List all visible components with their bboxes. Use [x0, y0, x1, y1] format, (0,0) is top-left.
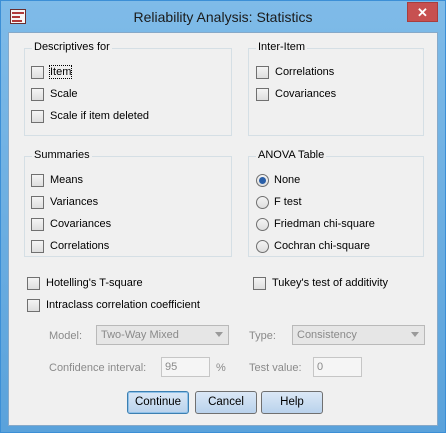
checkbox-box — [31, 65, 44, 79]
cancel-label: Cancel — [208, 396, 244, 408]
anova-none-label: None — [274, 174, 301, 186]
means-label: Means — [50, 174, 84, 186]
dialog-body: Descriptives for Item Scale Scale if ite… — [8, 32, 438, 426]
model-dropdown[interactable]: Two-Way Mixed — [96, 325, 229, 345]
summaries-group: Summaries Means Variances Covariances Co… — [24, 149, 232, 257]
anova-table-group: ANOVA Table None F test Friedman chi-squ… — [248, 149, 424, 257]
checkbox-box — [256, 87, 269, 101]
confidence-interval-input[interactable]: 95 — [161, 357, 210, 377]
test-value-input[interactable]: 0 — [313, 357, 362, 377]
anova-f-test-label: F test — [274, 196, 302, 208]
window-title: Reliability Analysis: Statistics — [133, 9, 313, 25]
radio-button-selected — [256, 173, 269, 187]
checkbox-box — [31, 173, 44, 187]
summaries-title: Summaries — [32, 149, 92, 161]
radio-button — [256, 195, 269, 209]
cancel-button[interactable]: Cancel — [195, 391, 257, 414]
model-value: Two-Way Mixed — [101, 329, 179, 341]
anova-friedman-label: Friedman chi-square — [274, 218, 375, 230]
summary-correlations-checkbox[interactable]: Correlations — [31, 238, 109, 254]
tukey-checkbox[interactable]: Tukey's test of additivity — [253, 275, 388, 291]
descriptives-group: Descriptives for Item Scale Scale if ite… — [24, 41, 232, 136]
variances-label: Variances — [50, 196, 99, 208]
icc-checkbox[interactable]: Intraclass correlation coefficient — [27, 297, 200, 313]
correlations-checkbox[interactable]: Correlations — [256, 64, 334, 80]
tukey-label: Tukey's test of additivity — [272, 277, 389, 289]
covariances-checkbox[interactable]: Covariances — [256, 86, 336, 102]
anova-cochran-label: Cochran chi-square — [274, 240, 370, 252]
close-icon: ✕ — [417, 5, 428, 20]
checkbox-box — [256, 65, 269, 79]
means-checkbox[interactable]: Means — [31, 172, 83, 188]
checkbox-box — [31, 87, 44, 101]
confidence-interval-label: Confidence interval: — [49, 362, 147, 374]
dialog-window: Reliability Analysis: Statistics ✕ Descr… — [0, 0, 446, 433]
test-value-label: Test value: — [249, 362, 302, 374]
title-bar[interactable]: Reliability Analysis: Statistics ✕ — [1, 1, 445, 32]
checkbox-box — [31, 195, 44, 209]
type-label: Type: — [249, 330, 276, 342]
type-value: Consistency — [297, 329, 357, 341]
anova-none-radio[interactable]: None — [256, 172, 300, 188]
radio-button — [256, 217, 269, 231]
percent-label: % — [216, 362, 226, 374]
summary-covariances-checkbox[interactable]: Covariances — [31, 216, 111, 232]
confidence-interval-value: 95 — [165, 361, 178, 373]
anova-table-title: ANOVA Table — [256, 149, 327, 161]
checkbox-box — [253, 276, 266, 290]
chevron-down-icon — [215, 332, 223, 337]
inter-item-group: Inter-Item Correlations Covariances — [248, 41, 424, 136]
checkbox-box — [27, 298, 40, 312]
chevron-down-icon — [411, 332, 419, 337]
descriptives-title: Descriptives for — [32, 41, 112, 53]
item-label: Item — [48, 65, 73, 79]
hotelling-checkbox[interactable]: Hotelling's T-square — [27, 275, 143, 291]
hotelling-label: Hotelling's T-square — [46, 277, 143, 289]
help-button[interactable]: Help — [261, 391, 323, 414]
icc-label: Intraclass correlation coefficient — [46, 299, 200, 311]
close-button[interactable]: ✕ — [407, 2, 438, 22]
radio-button — [256, 239, 269, 253]
continue-button[interactable]: Continue — [127, 391, 189, 414]
item-checkbox[interactable]: Item — [31, 64, 73, 80]
checkbox-box — [31, 109, 44, 123]
scale-checkbox[interactable]: Scale — [31, 86, 78, 102]
checkbox-box — [31, 217, 44, 231]
summary-covariances-label: Covariances — [50, 218, 112, 230]
checkbox-box — [27, 276, 40, 290]
scale-label: Scale — [50, 88, 78, 100]
model-label: Model: — [49, 330, 83, 342]
anova-friedman-radio[interactable]: Friedman chi-square — [256, 216, 375, 232]
checkbox-box — [31, 239, 44, 253]
scale-if-item-deleted-checkbox[interactable]: Scale if item deleted — [31, 108, 149, 124]
scale-if-item-deleted-label: Scale if item deleted — [50, 110, 150, 122]
inter-item-title: Inter-Item — [256, 41, 308, 53]
continue-label: Continue — [134, 396, 182, 408]
anova-f-test-radio[interactable]: F test — [256, 194, 302, 210]
summary-correlations-label: Correlations — [50, 240, 110, 252]
correlations-label: Correlations — [275, 66, 335, 78]
covariances-label: Covariances — [275, 88, 337, 100]
type-dropdown[interactable]: Consistency — [292, 325, 425, 345]
variances-checkbox[interactable]: Variances — [31, 194, 98, 210]
help-label: Help — [280, 396, 304, 408]
anova-cochran-radio[interactable]: Cochran chi-square — [256, 238, 370, 254]
test-value-value: 0 — [317, 361, 324, 373]
